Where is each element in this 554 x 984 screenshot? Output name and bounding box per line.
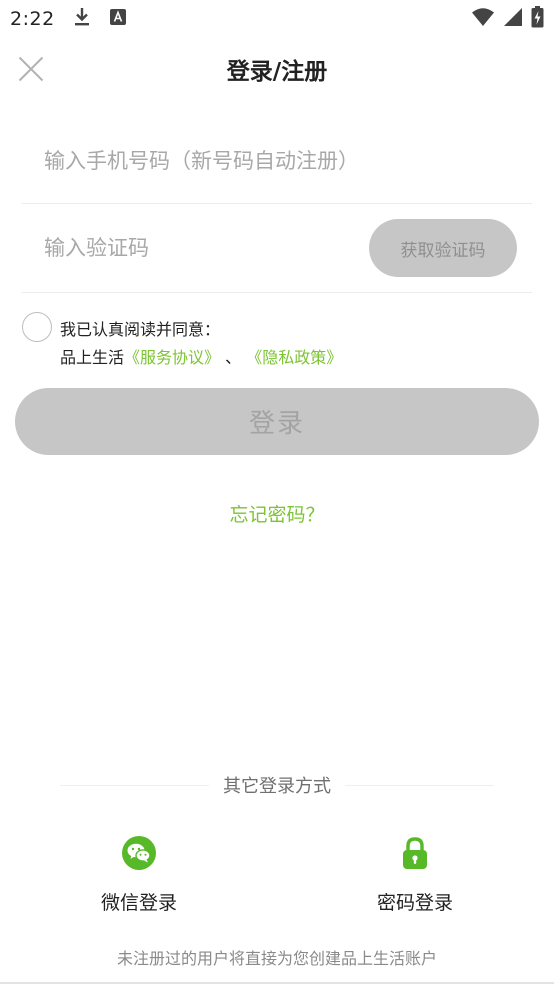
- status-time: 2:22: [10, 8, 55, 30]
- divider-line-right: [345, 784, 494, 786]
- font-icon: [109, 8, 127, 30]
- wechat-login-button[interactable]: 微信登录: [74, 836, 204, 920]
- forgot-password-link[interactable]: 忘记密码？: [0, 500, 554, 527]
- agreement-prefix: 品上生活: [60, 348, 125, 367]
- phone-input[interactable]: [44, 118, 514, 203]
- wechat-icon: [122, 836, 156, 870]
- login-page: 2:22 登录/注册 输入手机号码（新号码自动注册） 输入验证码 获取验证码 我…: [0, 0, 554, 984]
- privacy-policy-link[interactable]: 《隐私政策》: [246, 348, 342, 367]
- status-right: [471, 6, 544, 32]
- wechat-login-label: 微信登录: [100, 892, 177, 914]
- agreement: 我已认真阅读并同意： 品上生活《服务协议》 、 《隐私政策》: [22, 312, 532, 372]
- agreement-separator: 、: [225, 348, 242, 367]
- page-title: 登录/注册: [226, 59, 328, 85]
- header: 登录/注册: [0, 45, 554, 93]
- password-login-button[interactable]: 密码登录: [350, 836, 480, 920]
- other-login-title: 其它登录方式: [223, 776, 331, 797]
- other-login-divider: 其它登录方式: [60, 772, 494, 798]
- close-button[interactable]: [14, 52, 48, 86]
- cellular-signal-icon: [503, 7, 523, 31]
- status-left: 2:22: [10, 6, 127, 32]
- footer-note: 未注册过的用户将直接为您创建品上生活账户: [116, 949, 437, 968]
- service-agreement-link[interactable]: 《服务协议》: [124, 348, 220, 367]
- agreement-links-line: 品上生活《服务协议》 、 《隐私政策》: [60, 344, 342, 368]
- login-button[interactable]: 登录: [15, 388, 539, 455]
- phone-row: [22, 118, 532, 204]
- close-icon[interactable]: [18, 56, 44, 82]
- lock-icon: [403, 837, 427, 869]
- agreement-text: 我已认真阅读并同意：: [60, 320, 221, 339]
- status-bar: 2:22: [0, 0, 554, 38]
- agreement-checkbox[interactable]: [22, 312, 52, 342]
- code-row: 获取验证码: [22, 204, 532, 293]
- download-icon: [73, 6, 91, 32]
- get-code-button[interactable]: 获取验证码: [369, 219, 517, 277]
- divider-line-left: [60, 784, 209, 786]
- password-login-label: 密码登录: [376, 892, 453, 914]
- wifi-icon: [471, 7, 495, 31]
- battery-charging-icon: [531, 6, 544, 32]
- code-input[interactable]: [44, 204, 364, 292]
